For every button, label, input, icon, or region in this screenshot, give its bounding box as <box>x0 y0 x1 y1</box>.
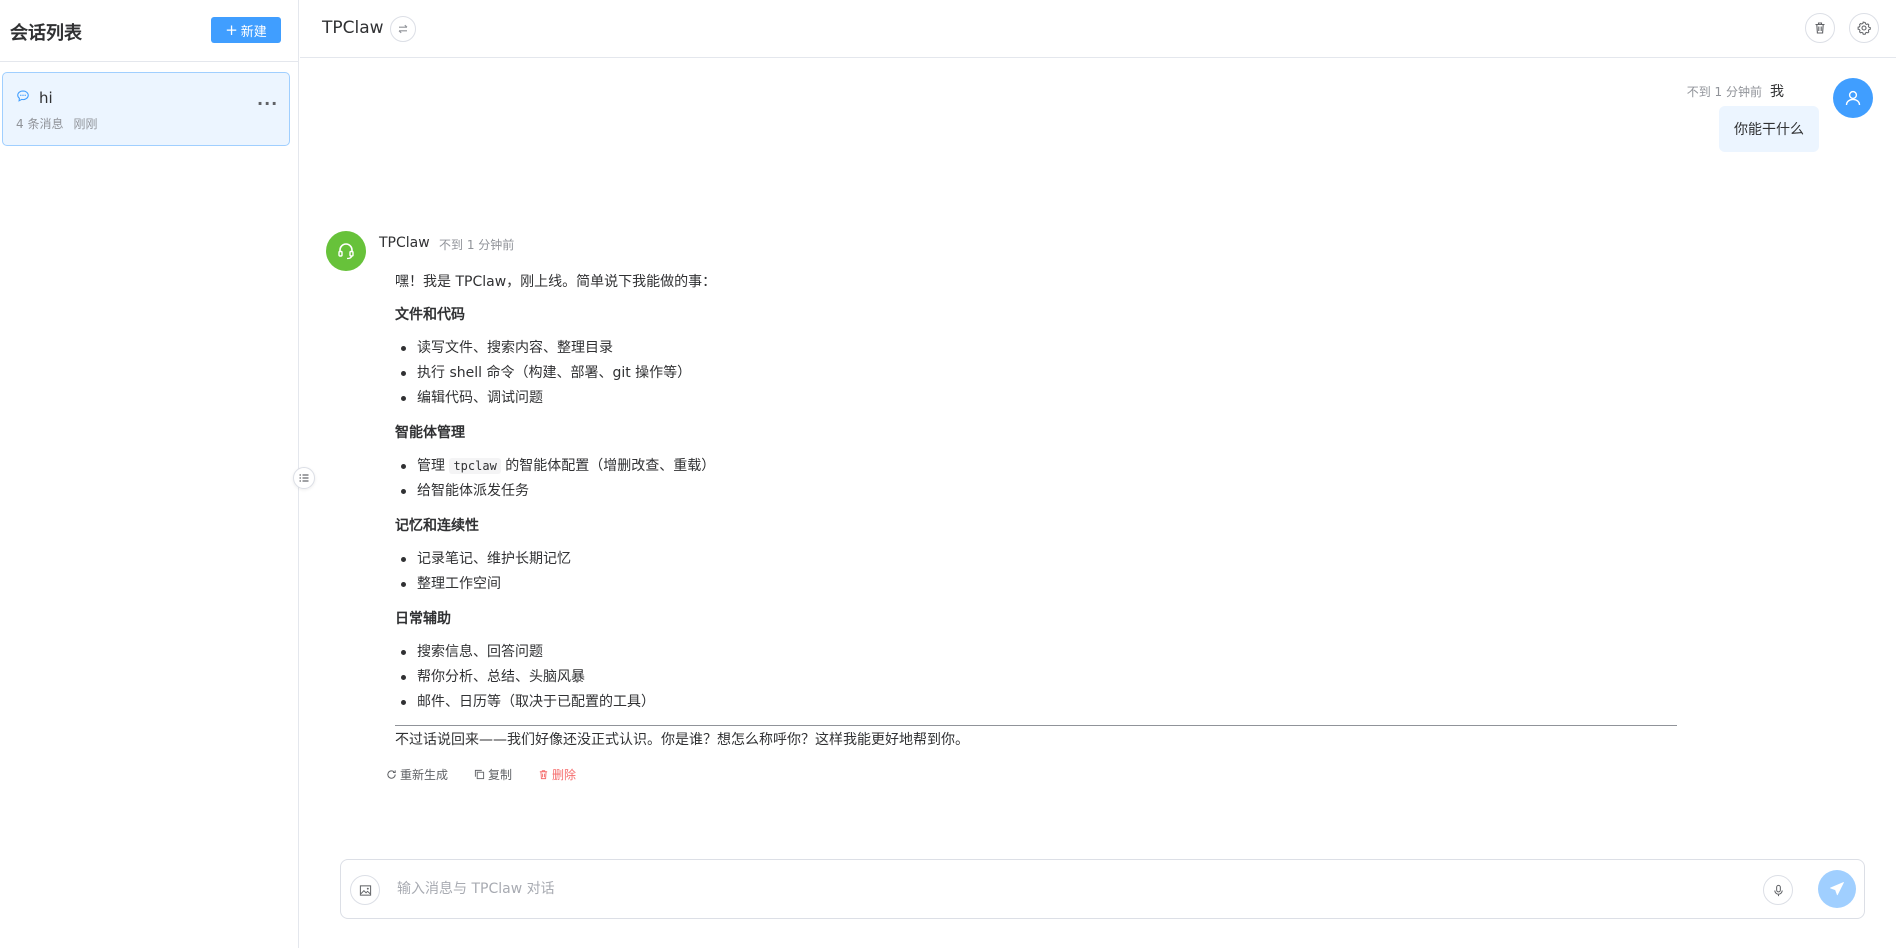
image-icon <box>359 884 371 896</box>
list-item: 邮件、日历等（取决于已配置的工具） <box>395 692 1677 717</box>
user-avatar <box>1833 78 1873 118</box>
list-icon <box>299 474 309 482</box>
section-heading: 智能体管理 <box>395 424 465 441</box>
refresh-icon <box>387 770 396 779</box>
section-list: 搜索信息、回答问题 帮你分析、总结、头脑风暴 邮件、日历等（取决于已配置的工具） <box>395 642 1677 717</box>
list-item: 编辑代码、调试问题 <box>395 388 1677 413</box>
regenerate-button[interactable]: 重新生成 <box>386 766 448 783</box>
copy-label: 复制 <box>488 768 513 782</box>
section-heading: 记忆和连续性 <box>395 517 479 534</box>
list-item: 执行 shell 命令（构建、部署、git 操作等） <box>395 363 1677 388</box>
list-item-suffix: 的智能体配置（增删改查、重载） <box>500 457 716 474</box>
sidebar-title: 会话列表 <box>10 23 82 44</box>
plus-icon: + <box>225 20 238 39</box>
main-header: TPClaw <box>300 0 1896 58</box>
chat-bubble-icon <box>17 90 29 102</box>
sidebar-collapse-toggle[interactable] <box>293 467 315 489</box>
upload-image-button[interactable] <box>350 875 380 905</box>
switch-agent-button[interactable] <box>390 16 416 42</box>
user-message-bubble: 你能干什么 <box>1719 106 1819 152</box>
clear-chat-button[interactable] <box>1805 13 1835 43</box>
bot-avatar <box>326 231 366 271</box>
delete-label: 删除 <box>552 768 577 782</box>
bot-name: TPClaw <box>379 235 430 251</box>
conversation-item[interactable]: hi 4 条消息 刚刚 ... <box>2 72 290 146</box>
section-list: 记录笔记、维护长期记忆 整理工作空间 <box>395 549 1677 599</box>
message-composer <box>340 859 1865 919</box>
list-item-prefix: 管理 <box>417 457 450 474</box>
message-actions: 重新生成 复制 删除 <box>386 766 576 783</box>
list-item: 记录笔记、维护长期记忆 <box>395 549 1677 574</box>
conversation-time: 刚刚 <box>73 117 98 131</box>
list-item: 读写文件、搜索内容、整理目录 <box>395 338 1677 363</box>
bot-intro: 嘿！我是 TPClaw，刚上线。简单说下我能做的事： <box>395 274 717 290</box>
microphone-icon <box>1773 884 1783 896</box>
section-heading: 文件和代码 <box>395 306 465 323</box>
conversation-meta: 4 条消息 刚刚 <box>16 115 97 132</box>
list-item: 搜索信息、回答问题 <box>395 642 1677 667</box>
chat-title: TPClaw <box>322 18 384 38</box>
message-input[interactable] <box>397 876 1697 902</box>
inline-code: tpclaw <box>449 457 501 474</box>
delete-message-button[interactable]: 删除 <box>538 766 576 783</box>
trash-icon <box>539 770 548 780</box>
user-message-time: 不到 1 分钟前 <box>1686 84 1762 99</box>
section-heading: 日常辅助 <box>395 610 451 627</box>
new-button-label: 新建 <box>240 24 267 40</box>
voice-input-button[interactable] <box>1763 875 1793 905</box>
headset-icon <box>338 243 354 260</box>
list-item: 帮你分析、总结、头脑风暴 <box>395 667 1677 692</box>
user-name: 我 <box>1770 84 1784 100</box>
list-item: 给智能体派发任务 <box>395 481 1677 506</box>
new-conversation-button[interactable]: + 新建 <box>211 17 281 43</box>
bot-closing: 不过话说回来——我们好像还没正式认识。你是谁？想怎么称呼你？这样我能更好地帮到你… <box>395 731 969 748</box>
bot-message-time: 不到 1 分钟前 <box>439 238 515 252</box>
more-options-icon[interactable]: ... <box>257 90 278 109</box>
send-icon <box>1830 882 1844 896</box>
sidebar-header: 会话列表 + 新建 <box>0 0 298 62</box>
regenerate-label: 重新生成 <box>400 768 449 782</box>
copy-icon <box>474 769 485 780</box>
bot-message-content: 嘿！我是 TPClaw，刚上线。简单说下我能做的事： 文件和代码 读写文件、搜索… <box>395 273 1677 750</box>
section-list: 读写文件、搜索内容、整理目录 执行 shell 命令（构建、部署、git 操作等… <box>395 338 1677 413</box>
settings-button[interactable] <box>1849 13 1879 43</box>
user-icon <box>1845 90 1861 106</box>
divider <box>395 724 1677 726</box>
sidebar: 会话列表 + 新建 hi 4 条消息 刚刚 ... <box>0 0 299 948</box>
copy-button[interactable]: 复制 <box>474 766 512 783</box>
send-button[interactable] <box>1818 870 1856 908</box>
conversation-title: hi <box>39 89 53 107</box>
swap-icon <box>398 24 408 34</box>
user-message-meta: 不到 1 分钟前 我 <box>1687 81 1784 101</box>
trash-icon <box>1815 22 1825 34</box>
message-count: 4 条消息 <box>16 117 64 131</box>
section-list: 管理 tpclaw 的智能体配置（增删改查、重载） 给智能体派发任务 <box>395 456 1677 506</box>
list-item: 管理 tpclaw 的智能体配置（增删改查、重载） <box>395 456 1677 481</box>
gear-icon <box>1857 21 1871 35</box>
list-item: 整理工作空间 <box>395 574 1677 599</box>
